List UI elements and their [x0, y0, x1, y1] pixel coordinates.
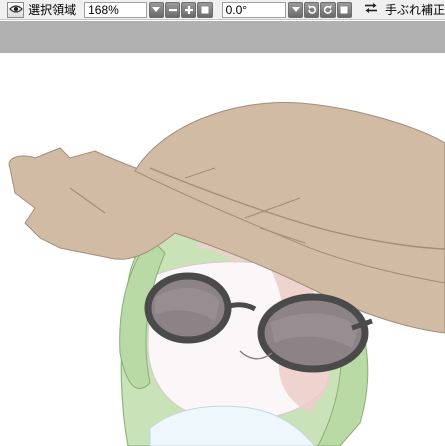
square-icon — [200, 5, 210, 15]
selection-visibility-toggle[interactable] — [7, 1, 25, 18]
minus-icon — [168, 5, 178, 15]
zoom-out-button[interactable] — [164, 1, 181, 18]
canvas-illustration — [8, 101, 445, 446]
zoom-input[interactable]: 168% — [84, 1, 147, 18]
view-toolbar: 選択領域 168% 0.0° 手ぶれ補正 — [0, 0, 445, 20]
rotate-right-button[interactable] — [320, 1, 336, 18]
selection-area-label: 選択領域 — [28, 2, 77, 17]
flip-horizontal-button[interactable] — [364, 2, 379, 18]
flip-horizontal-icon — [364, 2, 378, 17]
dropdown-arrow-icon — [152, 6, 161, 13]
rotate-left-button[interactable] — [304, 1, 320, 18]
drawing-canvas[interactable] — [0, 53, 445, 446]
square-icon — [339, 5, 349, 15]
rotate-right-icon — [322, 4, 334, 16]
canvas-margin-band — [0, 21, 445, 53]
stabilizer-label: 手ぶれ補正 — [385, 2, 445, 17]
rotate-left-icon — [306, 4, 318, 16]
zoom-reset-button[interactable] — [197, 1, 213, 18]
rotation-angle-input[interactable]: 0.0° — [221, 1, 287, 18]
zoom-in-button[interactable] — [181, 1, 197, 18]
angle-dropdown-button[interactable] — [288, 1, 304, 18]
dropdown-arrow-icon — [291, 6, 300, 13]
zoom-dropdown-button[interactable] — [148, 1, 164, 18]
plus-icon — [184, 5, 194, 15]
rotation-reset-button[interactable] — [336, 1, 352, 18]
eye-icon — [8, 3, 23, 17]
